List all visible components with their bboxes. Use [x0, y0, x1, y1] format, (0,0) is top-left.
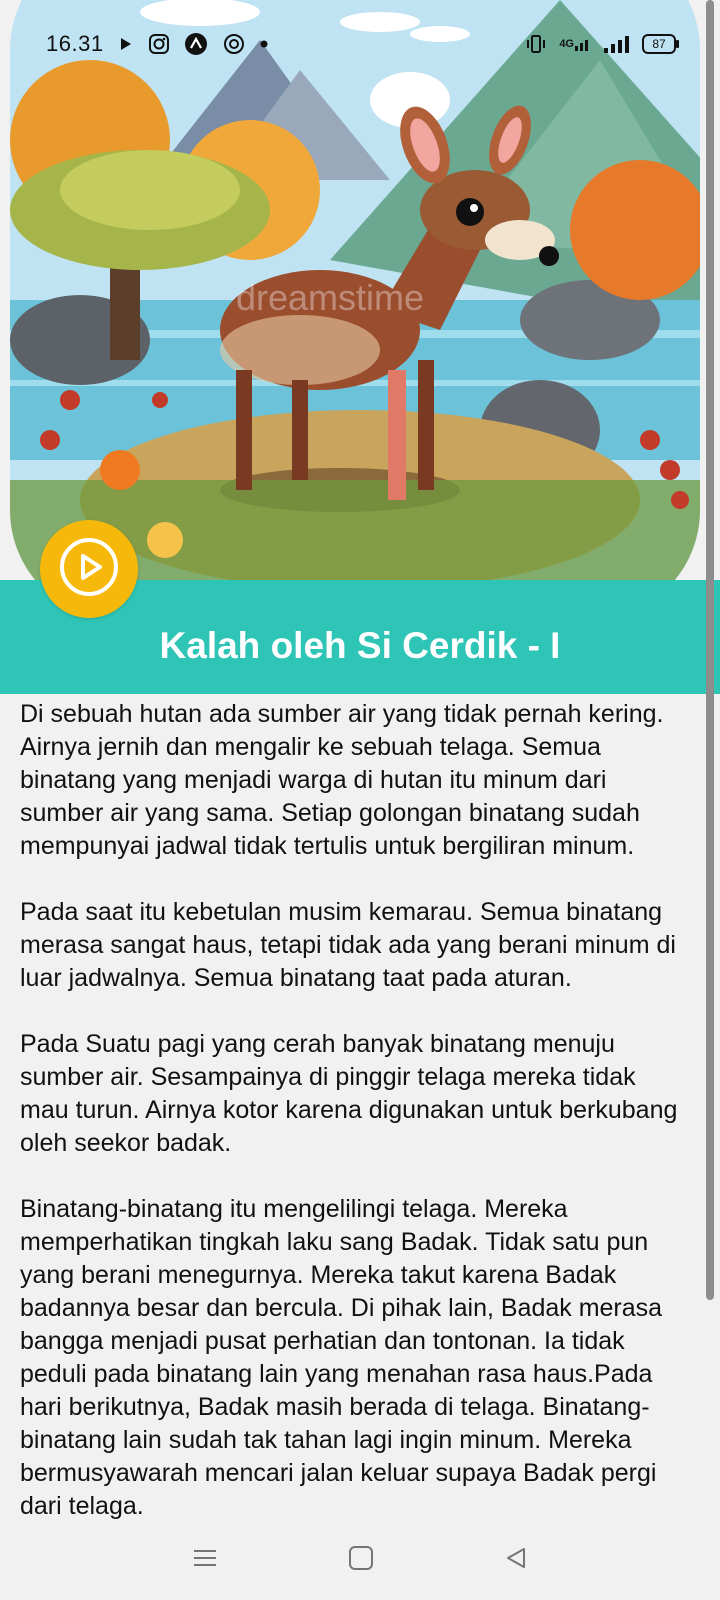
network-4g-label: 4G	[559, 38, 574, 50]
scrollbar[interactable]	[706, 0, 714, 1300]
network-4g-icon: 4G	[559, 36, 590, 52]
status-time: 16.31	[46, 31, 104, 56]
chatgpt-icon	[222, 32, 246, 56]
instagram-icon	[148, 33, 170, 55]
play-store-notification-icon	[118, 36, 134, 52]
story-paragraph: Binatang-binatang itu mengelilingi telag…	[20, 1195, 663, 1520]
more-notifications-dot-icon	[260, 40, 268, 48]
play-icon	[58, 536, 120, 603]
story-paragraph: Pada Suatu pagi yang cerah banyak binata…	[20, 1030, 678, 1157]
battery-icon: 87	[642, 34, 679, 54]
home-icon[interactable]	[348, 1545, 374, 1576]
back-icon[interactable]	[504, 1546, 528, 1575]
story-paragraph: Di sebuah hutan ada sumber air yang tida…	[20, 700, 664, 860]
watermark-text: dreamstime	[236, 277, 424, 318]
navigation-bar	[0, 1540, 720, 1580]
story-body: Di sebuah hutan ada sumber air yang tida…	[20, 698, 690, 1556]
vibrate-icon	[525, 33, 547, 55]
app-a-icon	[184, 32, 208, 56]
signal-icon	[602, 34, 630, 54]
status-bar: 16.31 4G 87	[0, 0, 720, 88]
play-audio-button[interactable]	[40, 520, 138, 618]
story-paragraph: Pada saat itu kebetulan musim kemarau. S…	[20, 898, 676, 992]
menu-icon[interactable]	[192, 1548, 218, 1573]
story-title: Kalah oleh Si Cerdik - I	[159, 625, 561, 666]
